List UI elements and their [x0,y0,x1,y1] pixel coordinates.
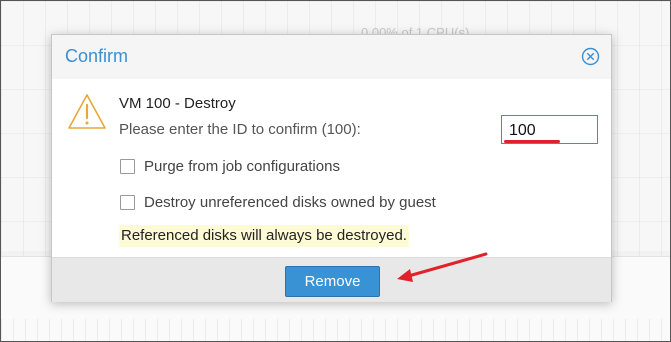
dialog-title: Confirm [65,46,129,66]
destroy-disks-option[interactable]: Destroy unreferenced disks owned by gues… [120,194,436,211]
info-note: Referenced disks will always be destroye… [119,225,409,247]
purge-label: Purge from job configurations [144,158,340,175]
annotation-arrow-icon [391,249,491,285]
close-circle-icon[interactable] [581,47,600,66]
destroy-disks-checkbox[interactable] [120,195,135,210]
confirm-dialog: Confirm VM 100 - Destroy Please enter th… [51,34,612,302]
dialog-heading: VM 100 - Destroy [119,95,236,112]
purge-checkbox[interactable] [120,159,135,174]
screen: 0.00% of 1 CPU(s) Confirm VM 100 - Destr… [0,0,671,342]
remove-button[interactable]: Remove [285,266,380,297]
destroy-disks-label: Destroy unreferenced disks owned by gues… [144,194,436,211]
annotation-underline [504,140,560,143]
background-lower-grid [1,319,670,341]
dialog-body: VM 100 - Destroy Please enter the ID to … [52,79,611,257]
dialog-header: Confirm [52,35,611,79]
dialog-footer: Remove [52,257,611,302]
confirm-prompt: Please enter the ID to confirm (100): [119,121,361,138]
warning-triangle-icon [67,93,107,131]
purge-option[interactable]: Purge from job configurations [120,158,340,175]
